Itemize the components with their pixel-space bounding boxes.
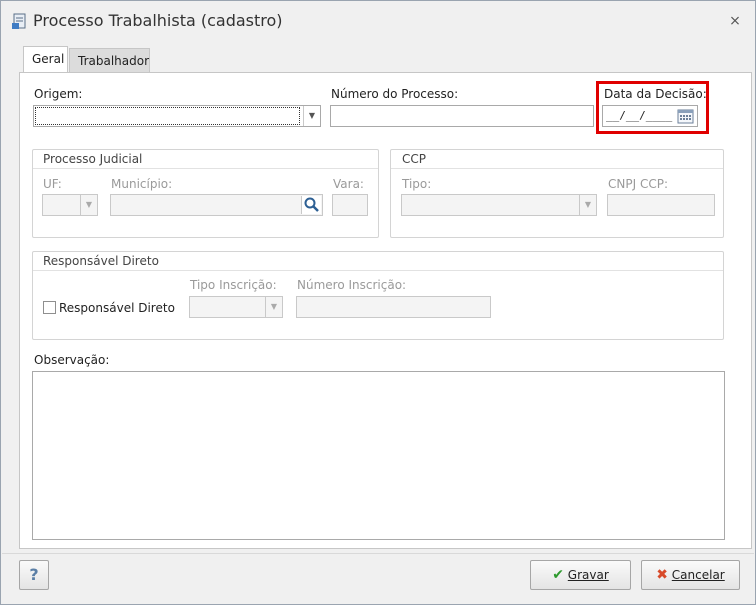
vara-input[interactable]	[332, 194, 368, 216]
group-divider	[391, 168, 723, 169]
tab-geral-label: Geral	[32, 52, 65, 66]
numero-processo-input[interactable]	[330, 105, 594, 127]
cancel-x-icon: ✖	[656, 567, 668, 583]
check-icon: ✔	[552, 567, 564, 583]
chevron-down-icon[interactable]: ▼	[303, 106, 320, 126]
uf-select[interactable]: ▼	[42, 194, 98, 216]
observacao-textarea[interactable]	[32, 371, 725, 540]
municipio-label: Município:	[111, 177, 173, 191]
municipio-input[interactable]	[110, 194, 323, 216]
close-icon[interactable]: ⨯	[726, 12, 744, 30]
group-divider	[33, 168, 378, 169]
window-title: Processo Trabalhista (cadastro)	[33, 11, 283, 30]
data-decisao-label: Data da Decisão:	[604, 87, 707, 101]
group-divider	[33, 270, 723, 271]
ccp-tipo-select[interactable]: ▼	[401, 194, 597, 216]
ccp-tipo-label: Tipo:	[402, 177, 432, 191]
tab-trabalhador-label: Trabalhador	[78, 54, 150, 68]
calendar-icon[interactable]	[677, 108, 694, 124]
data-decisao-mask: __/__/____	[606, 109, 673, 122]
gravar-button[interactable]: ✔ Gravar	[530, 560, 631, 590]
ccp-title: CCP	[402, 152, 426, 166]
chevron-down-icon[interactable]: ▼	[265, 297, 282, 317]
title-bar: Processo Trabalhista (cadastro) ⨯	[2, 2, 754, 38]
processo-judicial-title: Processo Judicial	[43, 152, 143, 166]
cnpj-ccp-label: CNPJ CCP:	[608, 177, 668, 191]
help-icon: ?	[29, 565, 39, 584]
origem-focus-rect	[35, 107, 300, 125]
uf-label: UF:	[43, 177, 62, 191]
tipo-inscricao-select[interactable]: ▼	[189, 296, 283, 318]
numero-processo-label: Número do Processo:	[331, 87, 459, 101]
origem-select[interactable]: ▼	[33, 105, 321, 127]
numero-inscricao-label: Número Inscrição:	[297, 278, 407, 292]
cancelar-label: Cancelar	[671, 568, 725, 582]
numero-inscricao-input[interactable]	[296, 296, 491, 318]
responsavel-direto-checkbox[interactable]	[43, 301, 56, 314]
help-button[interactable]: ?	[19, 560, 49, 590]
tipo-inscricao-label: Tipo Inscrição:	[190, 278, 277, 292]
origem-label: Origem:	[34, 87, 83, 101]
cancelar-button[interactable]: ✖ Cancelar	[641, 560, 740, 590]
data-decisao-input[interactable]: __/__/____	[602, 105, 698, 127]
responsavel-direto-title: Responsável Direto	[43, 254, 159, 268]
dialog-window: Processo Trabalhista (cadastro) ⨯ Geral …	[0, 0, 756, 605]
footer-divider	[2, 553, 754, 554]
app-icon	[11, 12, 29, 30]
observacao-label: Observação:	[34, 353, 110, 367]
chevron-down-icon[interactable]: ▼	[80, 195, 97, 215]
vara-label: Vara:	[333, 177, 364, 191]
cnpj-ccp-input[interactable]	[607, 194, 715, 216]
responsavel-direto-checkbox-label[interactable]: Responsável Direto	[59, 301, 175, 315]
chevron-down-icon[interactable]: ▼	[579, 195, 596, 215]
gravar-label: Gravar	[567, 568, 609, 582]
search-icon[interactable]	[301, 196, 321, 214]
tab-geral[interactable]: Geral	[23, 46, 68, 72]
tab-trabalhador[interactable]: Trabalhador	[69, 48, 150, 72]
